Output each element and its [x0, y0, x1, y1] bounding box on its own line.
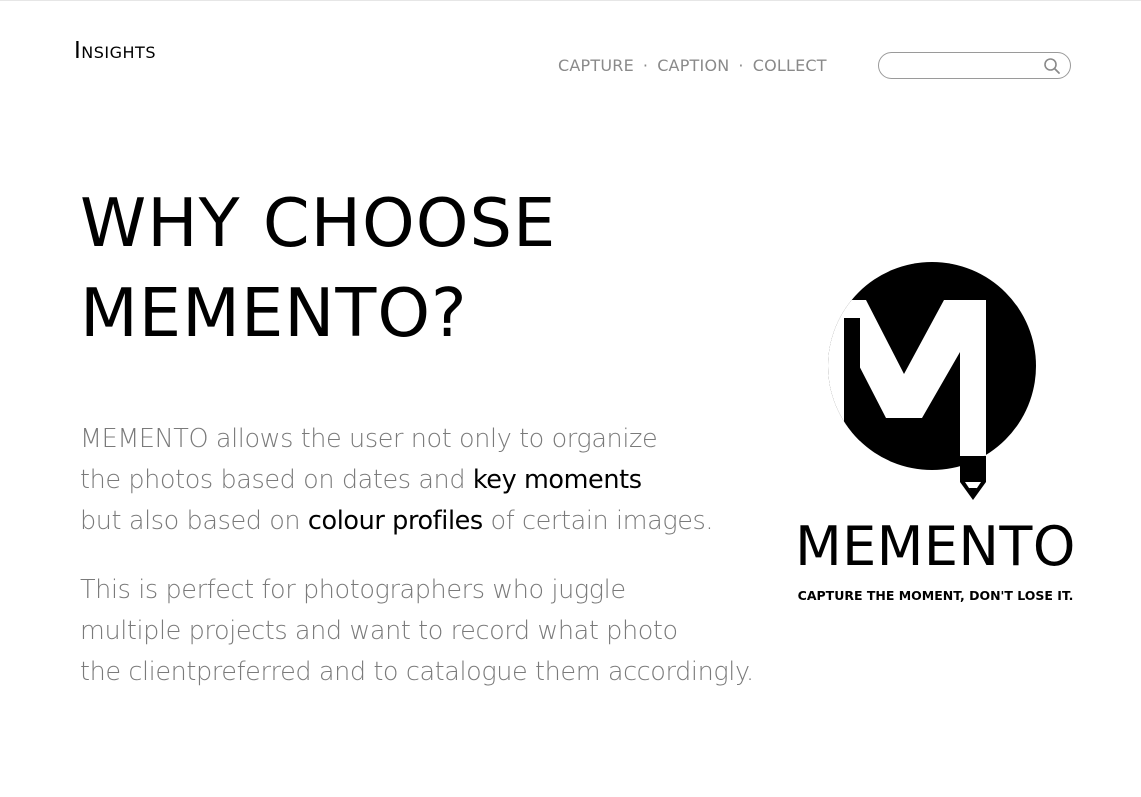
- nav-link-caption[interactable]: CAPTION: [657, 56, 729, 76]
- memento-logo: MEMENTO CAPTURE THE MOMENT, DON'T LOSE I…: [788, 260, 1088, 610]
- paragraph-line: MEMENTO allows the user not only to orga…: [80, 419, 780, 460]
- highlight-key-moments: key moments: [472, 465, 642, 495]
- page-title: WHY CHOOSE MEMENTO?: [80, 178, 556, 358]
- paragraph-text: but also based on: [80, 506, 308, 536]
- nav-link-collect[interactable]: COLLECT: [753, 56, 827, 76]
- search-icon[interactable]: [1043, 57, 1061, 75]
- search-box: [878, 52, 1071, 79]
- paragraph-line: This is perfect for photographers who ju…: [80, 575, 626, 605]
- logo-tagline: CAPTURE THE MOMENT, DON'T LOSE IT.: [797, 588, 1074, 603]
- nav-link-capture[interactable]: CAPTURE: [558, 56, 634, 76]
- site-brand[interactable]: Insights: [74, 40, 156, 63]
- paragraph-text: of certain images.: [482, 506, 714, 536]
- nav-separator: ·: [738, 56, 744, 75]
- page-title-line: WHY CHOOSE: [80, 184, 557, 262]
- highlight-colour-profiles: colour profiles: [307, 506, 483, 536]
- page-title-line: MEMENTO?: [80, 274, 468, 352]
- paragraph-line: multiple projects and want to record wha…: [80, 616, 678, 646]
- benefit-paragraph: This is perfect for photographers who ju…: [80, 570, 780, 693]
- memento-logo-icon: [828, 262, 1036, 500]
- nav-separator: ·: [642, 56, 649, 75]
- paragraph-line: the photos based on dates and key moment…: [80, 460, 780, 501]
- intro-paragraph: MEMENTO allows the user not only to orga…: [80, 419, 780, 542]
- logo-wordmark: MEMENTO: [795, 515, 1076, 578]
- paragraph-line: the clientpreferred and to catalogue the…: [80, 657, 754, 687]
- paragraph-text: MEMENTO allows the user not only to orga…: [80, 424, 658, 454]
- main-nav: CAPTURE · CAPTION · COLLECT: [558, 56, 827, 76]
- search-input[interactable]: [891, 56, 1041, 74]
- paragraph-text: the photos based on dates and: [80, 465, 473, 495]
- top-divider: [0, 0, 1141, 1]
- paragraph-line: but also based on colour profiles of cer…: [80, 501, 780, 542]
